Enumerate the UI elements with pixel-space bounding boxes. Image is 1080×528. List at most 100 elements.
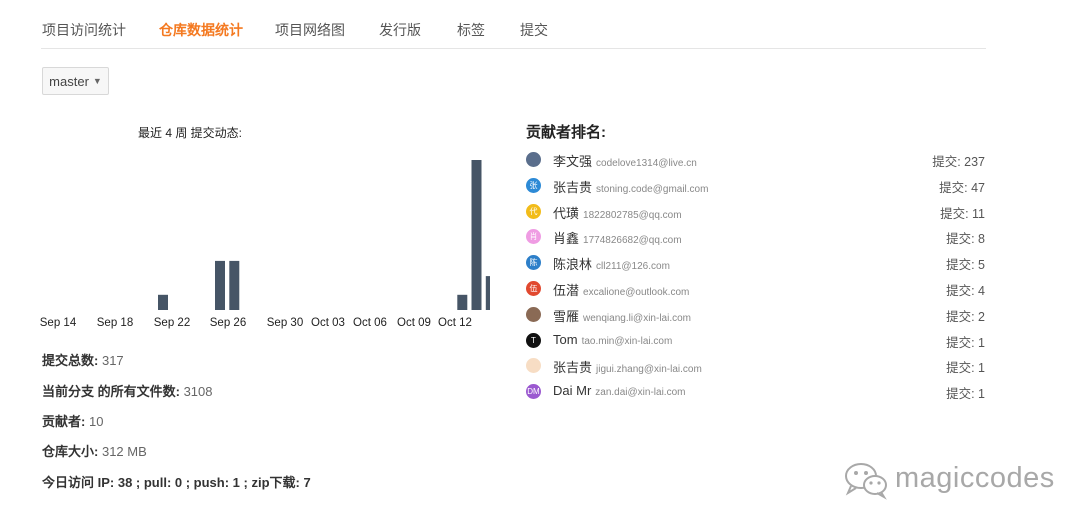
contributor-email: tao.min@xin-lai.com bbox=[581, 335, 673, 347]
contributor-email: cll211@126.com bbox=[596, 261, 670, 273]
contributor-email: 1822802785@qq.com bbox=[583, 209, 682, 221]
stat-repo-size: 仓库大小: 312 MB bbox=[42, 441, 147, 460]
contributor-name[interactable]: 伍潜 bbox=[553, 283, 579, 298]
caret-down-icon: ▼ bbox=[92, 76, 102, 86]
watermark-text: magiccodes bbox=[895, 462, 1055, 494]
contributor-commit-count: 提交: 2 bbox=[946, 309, 985, 324]
contributor-name-line: 雪雁 wenqiang.li@xin-lai.com bbox=[553, 306, 691, 325]
chart-bar bbox=[457, 294, 468, 310]
contributor-name[interactable]: Tom bbox=[553, 332, 578, 347]
contributor-email: wenqiang.li@xin-lai.com bbox=[583, 312, 691, 324]
avatar[interactable]: T bbox=[526, 332, 541, 348]
contributor-row: T Tom tao.min@xin-lai.com 提交: 1 bbox=[526, 328, 986, 354]
tab-releases[interactable]: 发行版 bbox=[379, 20, 421, 40]
chart-bar bbox=[158, 294, 168, 310]
avatar[interactable]: 张 bbox=[526, 177, 541, 193]
x-tick-label: Oct 09 bbox=[397, 317, 431, 329]
chart-bar bbox=[471, 160, 482, 310]
contributor-commit-count: 提交: 8 bbox=[946, 232, 985, 247]
contributor-row: 陈陈浪林 cll211@126.com 提交: 5 bbox=[526, 250, 986, 276]
stat-label: 贡献者: bbox=[42, 414, 86, 429]
stat-value: 317 bbox=[101, 353, 124, 368]
x-tick-label: Sep 14 bbox=[40, 317, 77, 329]
contributors-list: 李文强 codelove1314@live.cn 提交: 237 张张吉贵 stonin… bbox=[526, 147, 986, 405]
contributor-commit-count: 提交: 5 bbox=[946, 258, 985, 273]
stat-label: 仓库大小: bbox=[42, 444, 99, 459]
contributor-row: DM Dai Mr zan.dai@xin-lai.com 提交: 1 bbox=[526, 379, 986, 405]
tab-network-graph[interactable]: 项目网络图 bbox=[275, 20, 345, 40]
branch-select-button[interactable]: master ▼ bbox=[42, 67, 109, 95]
contributor-email: zan.dai@xin-lai.com bbox=[595, 387, 686, 399]
branch-label: master bbox=[49, 73, 89, 89]
avatar[interactable]: 肖 bbox=[526, 229, 541, 245]
contributor-commit-count: 提交: 1 bbox=[946, 335, 985, 350]
contributor-commit-count: 提交: 1 bbox=[946, 361, 985, 376]
contributor-name[interactable]: 张吉贵 bbox=[553, 360, 592, 375]
contributor-row: 雪雁 wenqiang.li@xin-lai.com 提交: 2 bbox=[526, 302, 986, 328]
stats-tabs: 项目访问统计 仓库数据统计 项目网络图 发行版 标签 提交 bbox=[41, 0, 986, 49]
contributor-name[interactable]: Dai Mr bbox=[553, 383, 591, 398]
tab-tags[interactable]: 标签 bbox=[457, 20, 485, 40]
tab-commits[interactable]: 提交 bbox=[520, 20, 548, 40]
contributor-email: 1774826682@qq.com bbox=[583, 235, 682, 247]
tab-project-visits[interactable]: 项目访问统计 bbox=[42, 20, 126, 40]
chart-bar bbox=[485, 276, 490, 310]
contributor-row: 代代璜 1822802785@qq.com 提交: 11 bbox=[526, 199, 986, 225]
contributor-name[interactable]: 代璜 bbox=[553, 206, 579, 221]
contributor-name-line: 肖鑫 1774826682@qq.com bbox=[553, 228, 682, 247]
contributor-row: 肖肖鑫 1774826682@qq.com 提交: 8 bbox=[526, 224, 986, 250]
stat-value: 312 MB bbox=[101, 444, 147, 459]
contributor-name-line: 陈浪林 cll211@126.com bbox=[553, 254, 670, 273]
wechat-icon bbox=[845, 463, 887, 500]
x-tick-label: Sep 30 bbox=[267, 317, 303, 329]
avatar[interactable]: DM bbox=[526, 384, 541, 400]
contributor-row: 伍伍潜 excalione@outlook.com 提交: 4 bbox=[526, 276, 986, 302]
activity-chart-title: 最近 4 周 提交动态: bbox=[138, 126, 243, 140]
contributor-name-line: 伍潜 excalione@outlook.com bbox=[553, 280, 689, 299]
stat-label: 提交总数: bbox=[42, 353, 99, 368]
tab-repo-stats[interactable]: 仓库数据统计 bbox=[159, 20, 243, 40]
chart-bar bbox=[229, 260, 240, 310]
stat-label: 今日访问 IP: 38 ; pull: 0 ; push: 1 ; zip下载:… bbox=[42, 475, 311, 490]
contributor-commit-count: 提交: 11 bbox=[940, 206, 985, 221]
contributor-email: excalione@outlook.com bbox=[583, 286, 690, 298]
contributor-row: 张张吉贵 stoning.code@gmail.com 提交: 47 bbox=[526, 173, 986, 199]
contributor-name-line: 张吉贵 stoning.code@gmail.com bbox=[553, 177, 708, 196]
contributor-name[interactable]: 肖鑫 bbox=[553, 231, 579, 246]
avatar[interactable]: 伍 bbox=[526, 280, 541, 296]
x-tick-label: Sep 26 bbox=[210, 317, 246, 329]
contributor-name[interactable]: 李文强 bbox=[553, 154, 592, 169]
contributor-commit-count: 提交: 237 bbox=[932, 155, 985, 169]
x-tick-label: Oct 12 bbox=[438, 317, 472, 329]
contributor-name-line: Tom tao.min@xin-lai.com bbox=[553, 332, 672, 347]
avatar[interactable] bbox=[526, 306, 541, 322]
contributor-email: stoning.code@gmail.com bbox=[596, 183, 709, 195]
stat-today-visits: 今日访问 IP: 38 ; pull: 0 ; push: 1 ; zip下载:… bbox=[42, 472, 311, 491]
contributor-commit-count: 提交: 1 bbox=[946, 387, 985, 402]
contributor-commit-count: 提交: 47 bbox=[939, 180, 985, 195]
avatar[interactable] bbox=[526, 152, 541, 167]
contributor-commit-count: 提交: 4 bbox=[946, 283, 985, 298]
stat-contributors: 贡献者: 10 bbox=[42, 411, 103, 430]
contributor-row: 张吉贵 jigui.zhang@xin-lai.com 提交: 1 bbox=[526, 353, 986, 379]
x-tick-label: Sep 22 bbox=[154, 317, 190, 329]
x-tick-label: Sep 18 bbox=[97, 317, 133, 329]
stat-value: 3108 bbox=[183, 384, 213, 399]
avatar[interactable]: 陈 bbox=[526, 255, 541, 271]
contributor-name[interactable]: 陈浪林 bbox=[553, 257, 592, 272]
avatar[interactable]: 代 bbox=[526, 203, 541, 219]
contributor-name-line: 李文强 codelove1314@live.cn bbox=[553, 151, 697, 170]
stat-file-count: 当前分支 的所有文件数: 3108 bbox=[42, 381, 213, 400]
x-tick-label: Oct 03 bbox=[311, 317, 345, 329]
contributor-name[interactable]: 张吉贵 bbox=[553, 180, 592, 195]
contributor-row: 李文强 codelove1314@live.cn 提交: 237 bbox=[526, 147, 986, 173]
commit-activity-chart: Sep 14 Sep 18 Sep 22 Sep 26 Sep 30 Oct 03 Oct … bbox=[40, 160, 490, 329]
contributor-name[interactable]: 雪雁 bbox=[553, 309, 579, 324]
avatar[interactable] bbox=[526, 358, 541, 374]
stat-total-commits: 提交总数: 317 bbox=[42, 350, 124, 369]
contributor-email: codelove1314@live.cn bbox=[596, 158, 697, 169]
contributors-title: 贡献者排名: bbox=[526, 124, 606, 141]
x-tick-label: Oct 06 bbox=[353, 317, 387, 329]
contributor-email: jigui.zhang@xin-lai.com bbox=[596, 364, 702, 376]
stat-value: 10 bbox=[88, 414, 104, 429]
